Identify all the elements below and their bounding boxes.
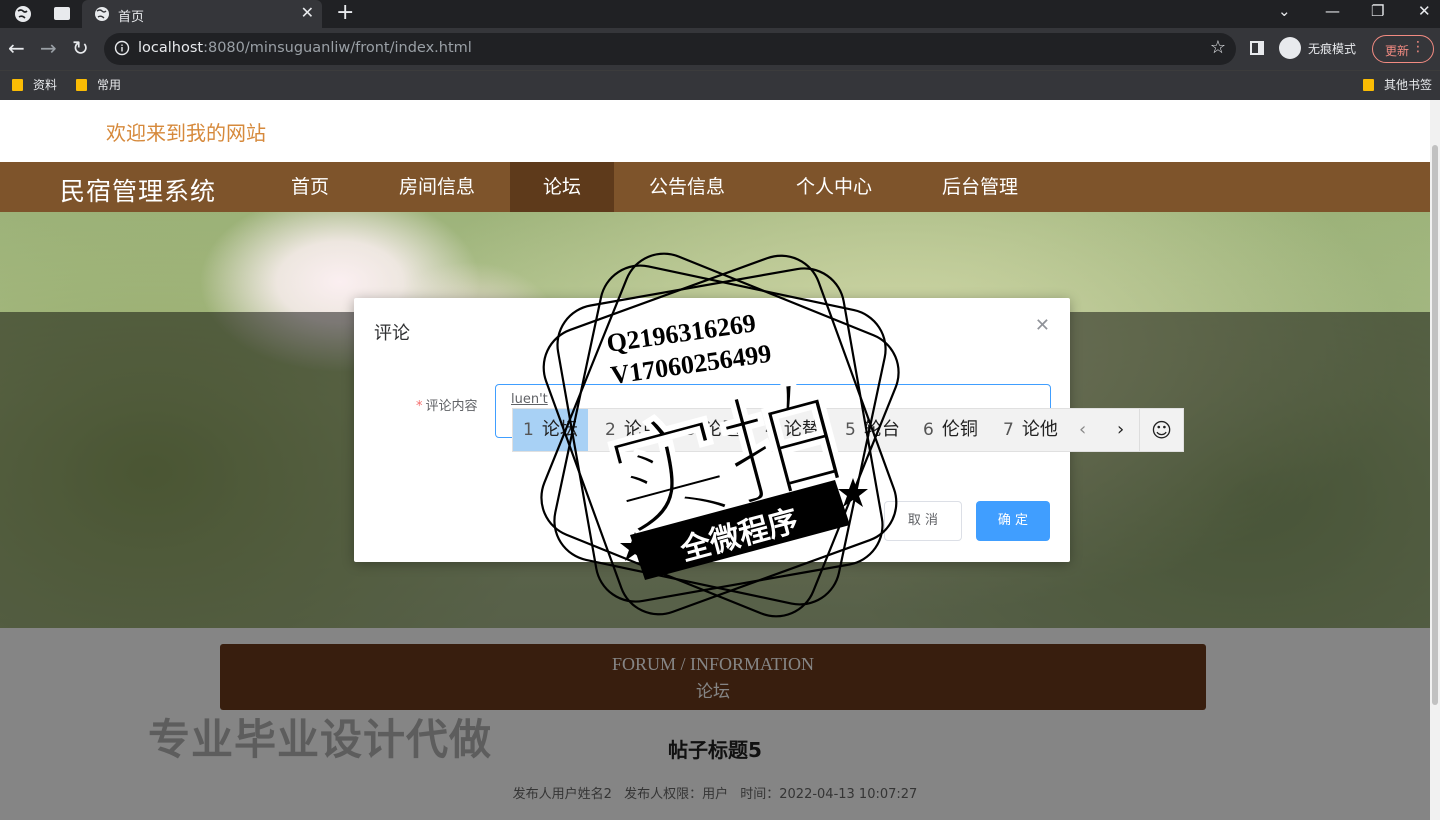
nav-item-profile[interactable]: 个人中心 <box>778 162 890 212</box>
browser-tab-strip: 首页 ✕ + ⌄ — ❐ ✕ <box>0 0 1440 28</box>
emoji-icon[interactable]: ☺ <box>1139 409 1183 451</box>
minimize-icon[interactable]: — <box>1325 2 1340 20</box>
globe-icon <box>95 7 109 21</box>
ime-candidate[interactable]: 1 论坛 <box>513 409 588 451</box>
ime-candidate[interactable]: 2 论点 <box>595 409 670 451</box>
nav-item-notice[interactable]: 公告信息 <box>632 162 742 212</box>
tab-title: 首页 <box>118 10 145 25</box>
browser-tab-home[interactable]: 首页 ✕ <box>82 0 322 28</box>
nav-item-admin[interactable]: 后台管理 <box>924 162 1036 212</box>
forward-arrow-icon[interactable]: → <box>40 37 57 59</box>
info-icon[interactable] <box>114 40 130 56</box>
folder-icon <box>12 79 23 91</box>
chevron-down-icon[interactable]: ⌄ <box>1278 2 1291 20</box>
window-close-icon[interactable]: ✕ <box>1418 2 1431 20</box>
main-navbar: 民宿管理系统 首页 房间信息 论坛 公告信息 个人中心 后台管理 <box>0 162 1430 212</box>
tab-search-icon[interactable] <box>54 7 70 20</box>
page-scrollbar[interactable] <box>1430 100 1440 820</box>
close-icon[interactable]: ✕ <box>1035 315 1050 336</box>
bookmark-folder-other[interactable]: 其他书签 <box>1363 76 1432 93</box>
ime-candidate[interactable]: 6 伦铜 <box>913 409 988 451</box>
side-panel-icon[interactable] <box>1250 41 1264 55</box>
incognito-icon[interactable] <box>1279 37 1301 59</box>
nav-item-rooms[interactable]: 房间信息 <box>382 162 492 212</box>
folder-icon <box>76 79 87 91</box>
scrollbar-thumb[interactable] <box>1432 145 1438 705</box>
reload-icon[interactable]: ↻ <box>72 37 89 59</box>
ime-candidate-bar: 1 论坛 2 论点 3 论题 4 论替 5 轮台 6 伦铜 7 论他 ‹ › ☺ <box>512 408 1184 452</box>
bookmark-star-icon[interactable]: ☆ <box>1210 37 1226 58</box>
folder-icon <box>1363 79 1374 91</box>
ime-candidate[interactable]: 5 轮台 <box>835 409 910 451</box>
bookmark-folder-changyong[interactable]: 常用 <box>76 76 121 93</box>
ime-prev-icon[interactable]: ‹ <box>1079 419 1086 440</box>
tab-close-icon[interactable]: ✕ <box>301 3 314 22</box>
ime-candidate[interactable]: 4 论替 <box>755 409 830 451</box>
address-bar[interactable]: localhost:8080/minsuguanliw/front/index.… <box>104 33 1236 65</box>
back-arrow-icon[interactable]: ← <box>8 37 25 59</box>
url-text: localhost:8080/minsuguanliw/front/index.… <box>138 40 472 56</box>
ime-candidate[interactable]: 7 论他 <box>993 409 1068 451</box>
comment-input-value: luen't <box>511 392 548 407</box>
incognito-label: 无痕模式 <box>1308 42 1357 56</box>
dialog-title: 评论 <box>374 323 410 344</box>
bookmarks-bar: 资料 常用 其他书签 <box>0 70 1440 100</box>
restore-icon[interactable]: ❐ <box>1371 2 1384 20</box>
ime-next-icon[interactable]: › <box>1117 419 1124 440</box>
browser-toolbar: ← → ↻ localhost:8080/minsuguanliw/front/… <box>0 28 1440 70</box>
welcome-text: 欢迎来到我的网站 <box>106 121 266 145</box>
cancel-button[interactable]: 取 消 <box>884 501 962 541</box>
new-tab-icon[interactable]: + <box>336 1 354 25</box>
ime-candidate[interactable]: 3 论题 <box>675 409 750 451</box>
kebab-menu-icon[interactable]: ⋮ <box>1411 39 1425 55</box>
comment-field-label: * 评论内容 <box>416 399 478 414</box>
nav-item-home[interactable]: 首页 <box>270 162 350 212</box>
brand-title: 民宿管理系统 <box>60 177 217 206</box>
bookmark-folder-ziliao[interactable]: 资料 <box>12 76 57 93</box>
globe-icon[interactable] <box>14 5 32 23</box>
nav-item-forum[interactable]: 论坛 <box>510 162 614 212</box>
update-button[interactable]: 更新 ⋮ <box>1372 35 1434 63</box>
confirm-button[interactable]: 确 定 <box>976 501 1050 541</box>
